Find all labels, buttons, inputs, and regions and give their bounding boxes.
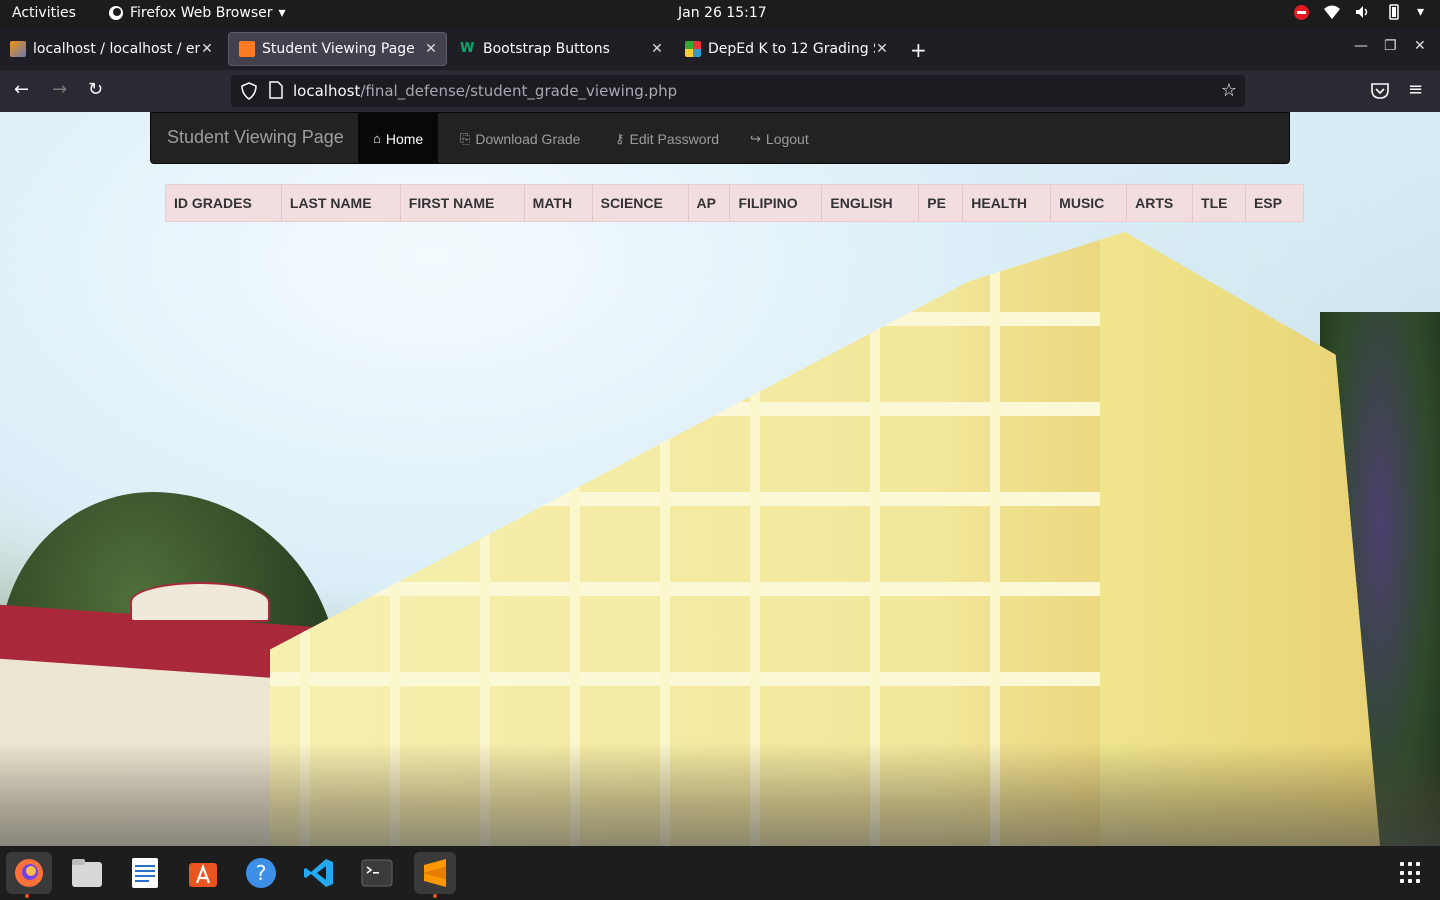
show-applications-icon[interactable] [1400,862,1422,884]
forward-button[interactable]: → [52,79,67,100]
wifi-icon [1323,5,1340,19]
navbar-brand[interactable]: Student Viewing Page [167,127,344,148]
close-icon[interactable]: ✕ [200,41,214,57]
firefox-small-icon [109,6,123,20]
col-first-name: FIRST NAME [400,184,525,222]
dock-firefox[interactable] [6,852,52,898]
do-not-disturb-icon [1293,4,1309,20]
col-last-name: LAST NAME [281,184,401,222]
col-tle: TLE [1192,184,1246,222]
col-ap: AP [688,184,731,222]
new-tab-button[interactable]: + [910,38,927,62]
home-icon: ⌂ [373,131,381,146]
tab-phpmyadmin[interactable]: localhost / localhost / en ✕ [0,32,222,66]
tab-bootstrap-buttons[interactable]: W Bootstrap Buttons ✕ [450,32,672,66]
grades-table: ID GRADES LAST NAME FIRST NAME MATH SCIE… [165,184,1304,222]
tab-label: DepEd K to 12 Grading Sy [708,41,875,57]
page-icon[interactable] [269,81,283,99]
app-menu-label: Firefox Web Browser [130,5,273,21]
app-menu[interactable]: Firefox Web Browser ▾ [108,5,286,21]
nav-download-label: Download Grade [475,130,581,147]
url-text[interactable]: localhost/final_defense/student_grade_vi… [293,82,677,100]
chevron-down-icon: ▾ [278,5,286,21]
tab-label: Bootstrap Buttons [483,41,610,57]
background-students [0,742,1440,846]
tab-deped-grading[interactable]: DepEd K to 12 Grading Sy ✕ [675,32,897,66]
grades-table-header-row: ID GRADES LAST NAME FIRST NAME MATH SCIE… [165,184,1304,222]
system-tray[interactable]: ▾ [1293,4,1424,20]
pocket-icon[interactable] [1371,83,1389,99]
system-top-bar: Activities Firefox Web Browser ▾ Jan 26 … [0,0,1440,28]
xampp-icon [239,41,255,57]
browser-tab-strip: localhost / localhost / en ✕ Student Vie… [0,28,1440,70]
key-icon: ⚷ [615,130,625,146]
nav-edit-password-label: Edit Password [629,130,720,147]
col-id-grades: ID GRADES [165,184,282,222]
dock-terminal[interactable] [356,852,398,894]
url-host: localhost [293,82,361,100]
close-window-button[interactable]: ✕ [1414,38,1426,54]
close-icon[interactable]: ✕ [650,41,664,57]
activities-button[interactable]: Activities [12,5,76,21]
dock-sublime[interactable] [414,852,456,898]
col-filipino: FILIPINO [729,184,823,222]
col-english: ENGLISH [821,184,920,222]
dock-text-editor[interactable] [124,852,166,894]
nav-edit-password[interactable]: ⚷ Edit Password [600,113,734,164]
url-path: /final_defense/student_grade_viewing.php [360,82,678,100]
files-icon [72,859,102,887]
close-icon[interactable]: ✕ [424,41,438,57]
nav-home-label: Home [385,130,424,147]
col-health: HEALTH [962,184,1052,222]
vscode-icon [304,859,333,887]
col-arts: ARTS [1126,184,1194,222]
download-icon: ⎘ [460,130,471,146]
text-editor-icon [132,858,158,888]
close-icon[interactable]: ✕ [875,41,889,57]
deped-icon [685,41,701,57]
reload-button[interactable]: ↻ [88,79,103,100]
bookmark-star-icon[interactable]: ☆ [1221,80,1237,101]
col-math: MATH [524,184,593,222]
svg-text:?: ? [256,861,267,885]
nav-download-grade[interactable]: ⎘ Download Grade [445,113,595,164]
logout-icon: ↪ [750,130,761,146]
back-button[interactable]: ← [14,79,29,100]
clock[interactable]: Jan 26 15:17 [678,5,767,21]
dock-vscode[interactable] [298,852,340,894]
nav-logout-label: Logout [765,130,809,147]
col-pe: PE [918,184,964,222]
sublime-icon [424,859,446,887]
nav-home[interactable]: ⌂ Home [358,113,439,164]
help-icon: ? [246,858,276,888]
dock-files[interactable] [66,852,108,894]
col-science: SCIENCE [592,184,689,222]
ubuntu-dock: ? [0,846,1440,900]
tab-label: localhost / localhost / en [33,41,200,57]
col-esp: ESP [1253,195,1282,211]
minimize-button[interactable]: — [1354,38,1368,54]
shield-icon[interactable] [241,82,257,100]
tab-student-viewing[interactable]: Student Viewing Page ✕ [228,32,447,66]
tab-label: Student Viewing Page [262,41,415,57]
chevron-down-icon: ▾ [1416,4,1424,20]
volume-icon [1355,6,1368,18]
dock-help[interactable]: ? [240,852,282,894]
web-page-viewport: Student Viewing Page ⌂ Home ⎘ Download G… [0,112,1440,846]
battery-icon [1389,4,1399,20]
address-bar[interactable]: localhost/final_defense/student_grade_vi… [231,75,1245,107]
hamburger-menu-icon[interactable]: ≡ [1408,79,1423,100]
site-navbar: Student Viewing Page ⌂ Home ⎘ Download G… [150,112,1290,164]
terminal-icon [361,859,393,887]
w3-icon: W [460,41,475,56]
maximize-button[interactable]: ❐ [1384,38,1397,54]
nav-logout[interactable]: ↪ Logout [735,113,824,164]
software-icon [189,863,217,887]
dock-software[interactable] [182,852,224,894]
col-music: MUSIC [1050,184,1128,222]
firefox-icon [15,859,43,887]
phpmyadmin-icon [10,41,26,57]
browser-nav-bar: ← → ↻ localhost/final_defense/student_gr… [0,70,1440,112]
